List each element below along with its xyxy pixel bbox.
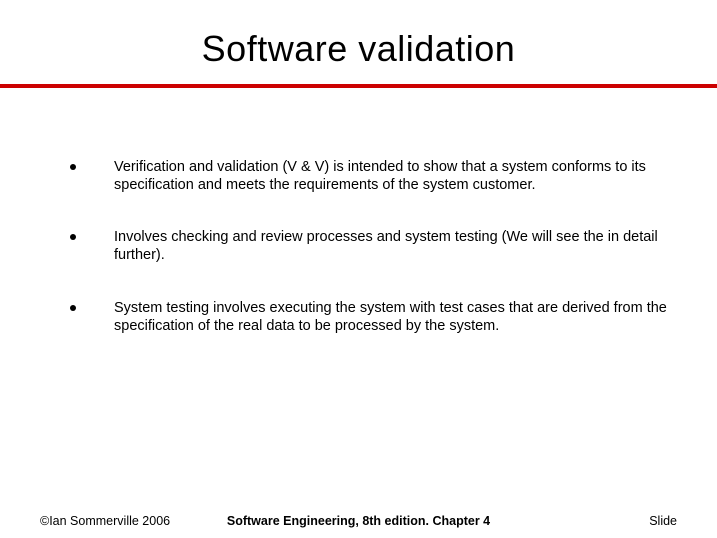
slide-footer: ©Ian Sommerville 2006 Software Engineeri… — [40, 514, 677, 528]
bullet-icon — [70, 234, 76, 240]
bullet-item: System testing involves executing the sy… — [70, 299, 677, 335]
bullet-icon — [70, 305, 76, 311]
footer-slide-label: Slide — [649, 514, 677, 528]
bullet-item: Verification and validation (V & V) is i… — [70, 158, 677, 194]
footer-copyright: ©Ian Sommerville 2006 — [40, 514, 170, 528]
bullet-icon — [70, 164, 76, 170]
footer-book-title: Software Engineering, 8th edition. Chapt… — [227, 514, 490, 528]
bullet-text: Verification and validation (V & V) is i… — [114, 158, 677, 194]
slide-title: Software validation — [0, 0, 717, 84]
bullet-item: Involves checking and review processes a… — [70, 228, 677, 264]
bullet-text: System testing involves executing the sy… — [114, 299, 677, 335]
slide-body: Verification and validation (V & V) is i… — [0, 88, 717, 335]
slide: Software validation Verification and val… — [0, 0, 717, 538]
bullet-text: Involves checking and review processes a… — [114, 228, 677, 264]
